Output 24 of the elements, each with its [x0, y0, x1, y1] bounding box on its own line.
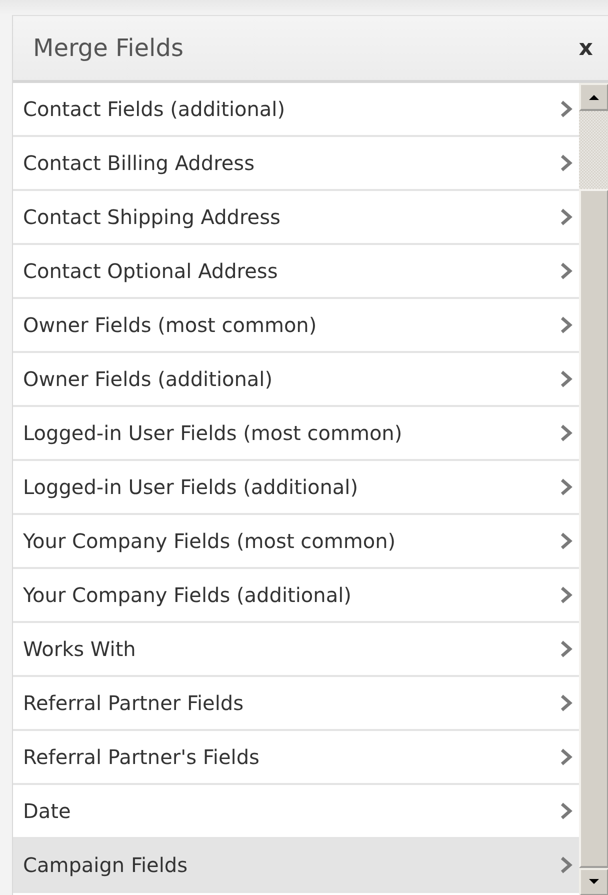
- down-triangle-icon: [588, 878, 600, 886]
- chevron-right-icon: [559, 153, 573, 173]
- close-button[interactable]: x: [574, 36, 597, 60]
- chevron-right-icon: [559, 315, 573, 335]
- chevron-right-icon: [559, 477, 573, 497]
- chevron-right-icon: [559, 855, 573, 875]
- scroll-up-button[interactable]: [579, 83, 608, 111]
- scroll-down-button[interactable]: [579, 868, 608, 895]
- up-triangle-icon: [588, 93, 600, 101]
- scroll-thumb[interactable]: [579, 189, 608, 868]
- chevron-right-icon: [559, 531, 573, 551]
- chevron-right-icon: [559, 585, 573, 605]
- chevron-right-icon: [559, 99, 573, 119]
- chevron-right-icon: [559, 693, 573, 713]
- field-group-item[interactable]: Campaign Fields: [13, 839, 579, 893]
- scrollbar[interactable]: [579, 83, 608, 895]
- dialog-title: Merge Fields: [33, 34, 184, 62]
- chevron-right-icon: [559, 369, 573, 389]
- chevron-right-icon: [559, 639, 573, 659]
- chevron-right-icon: [559, 801, 573, 821]
- chevron-right-icon: [559, 747, 573, 767]
- chevron-right-icon: [559, 423, 573, 443]
- chevron-right-icon: [559, 261, 573, 281]
- chevron-right-icon: [559, 207, 573, 227]
